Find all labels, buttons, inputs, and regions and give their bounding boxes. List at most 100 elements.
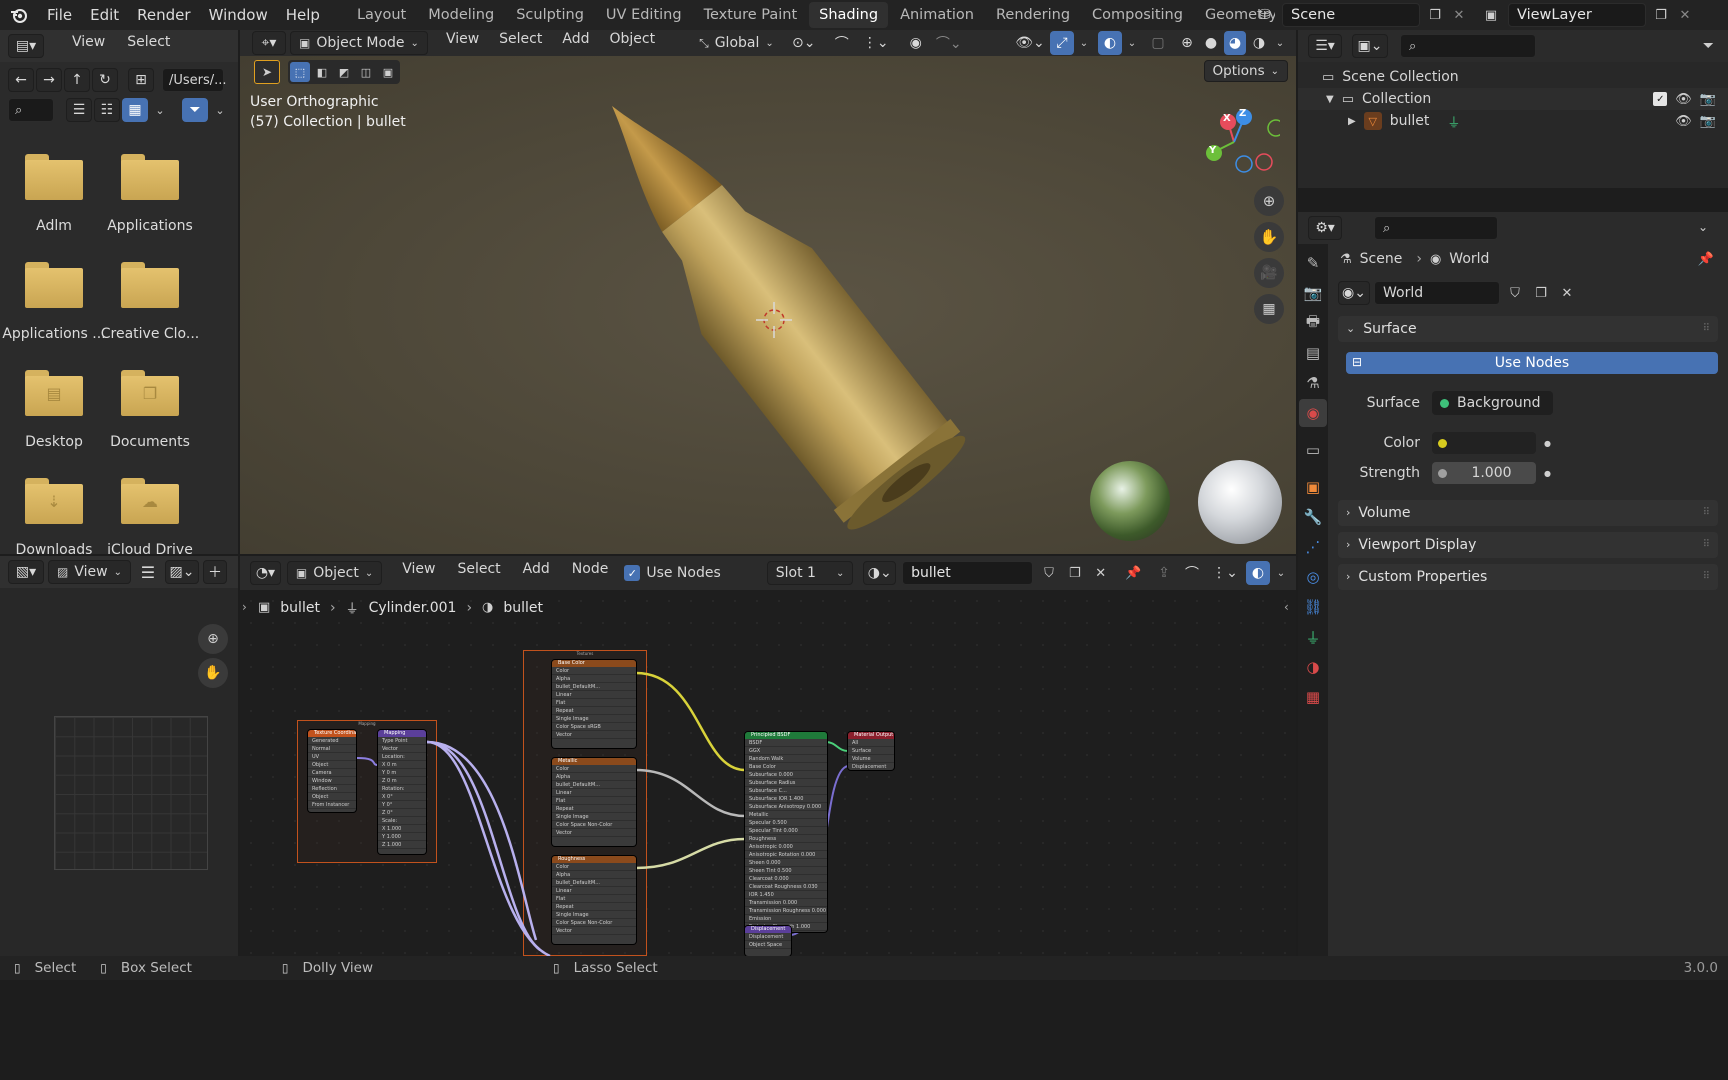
editor-type-icon[interactable]: ▤▾ (8, 34, 44, 58)
folder-item[interactable]: Applications ... (2, 262, 106, 362)
outliner-item-bullet[interactable]: ▶ ▽ bullet ⏚ 👁 📷 (1298, 110, 1728, 132)
forward-icon[interactable]: → (36, 68, 62, 92)
delete-view-layer-icon[interactable]: ✕ (1676, 8, 1694, 23)
slot-selector[interactable]: Slot 1 ⌄ (766, 561, 854, 585)
material-preview-icon[interactable]: ◕ (1224, 31, 1246, 55)
blender-logo-icon[interactable] (0, 0, 38, 30)
fb-select-menu[interactable]: Select (119, 34, 178, 58)
node-editor-type-icon[interactable]: ◔▾ (250, 561, 281, 585)
gizmo-toggle-icon[interactable]: ⤢ (1050, 31, 1074, 55)
refresh-icon[interactable]: ↻ (92, 68, 118, 92)
duplicate-world-icon[interactable]: ❐ (1530, 286, 1552, 301)
browse-image-icon[interactable]: ▨⌄ (164, 560, 199, 584)
collection-tab-icon[interactable]: ▭ (1299, 436, 1327, 464)
fb-search-input[interactable]: ⌕ (8, 98, 54, 122)
drag-handle-icon[interactable]: ⠿ (1703, 532, 1710, 558)
outliner-search-input[interactable]: ⌕ (1400, 34, 1536, 58)
falloff-icon[interactable]: ⌒⌄ (932, 31, 966, 55)
camera-icon[interactable]: 📷 (1700, 114, 1716, 129)
scene-tab-icon[interactable]: ⚗ (1299, 369, 1327, 397)
view-layer-selector[interactable]: ViewLayer (1508, 3, 1646, 27)
image-texture-node-roughness[interactable]: Roughness Color Alpha bullet_DefaultM... Lin… (552, 856, 636, 944)
folder-item[interactable]: ⇣ Downloads (2, 478, 106, 554)
view-layer-icon[interactable]: ▣ (1478, 8, 1504, 23)
camera-view-icon[interactable]: 🎥 (1254, 258, 1284, 288)
viewport-display-section-header[interactable]: › Viewport Display ⠿ (1338, 532, 1718, 558)
node-overlays-dropdown-icon[interactable]: ⌄ (1274, 568, 1288, 579)
scene-selector[interactable]: Scene (1282, 3, 1420, 27)
snap-target-icon[interactable]: ⋮⌄ (858, 31, 894, 55)
viewport-object-menu[interactable]: Object (601, 31, 663, 55)
world-tab-icon[interactable]: ◉ (1299, 399, 1327, 427)
duplicate-material-icon[interactable]: ❐ (1065, 566, 1085, 581)
node-node-menu[interactable]: Node (564, 561, 617, 585)
properties-editor-type-icon[interactable]: ⚙▾ (1308, 216, 1342, 240)
texture-coordinate-node[interactable]: Texture CoordinateGeneratedNormalUVObjec… (308, 730, 356, 812)
drag-handle-icon[interactable]: ⠿ (1703, 500, 1710, 526)
texture-tab-icon[interactable]: ▦ (1299, 683, 1327, 711)
tab-compositing[interactable]: Compositing (1082, 2, 1193, 28)
surface-section-header[interactable]: ⌄ Surface ⠿ (1338, 316, 1718, 342)
image-texture-node-base-color[interactable]: Base Color Color Alpha bullet_DefaultM... Li… (552, 660, 636, 748)
scene-icon[interactable]: ⛁ (1252, 7, 1278, 23)
path-field[interactable]: /Users/... (162, 68, 227, 92)
unlink-world-icon[interactable]: ✕ (1556, 286, 1578, 301)
ortho-grid-icon[interactable]: ▦ (1254, 294, 1284, 324)
drag-handle-icon[interactable]: ⠿ (1703, 316, 1710, 342)
tab-sculpting[interactable]: Sculpting (506, 2, 594, 28)
xray-icon[interactable]: ▢ (1146, 31, 1170, 55)
gizmo-dropdown-icon[interactable]: ⌄ (1076, 38, 1092, 49)
volume-section-header[interactable]: › Volume ⠿ (1338, 500, 1718, 526)
tab-shading[interactable]: Shading (809, 2, 889, 28)
zoom-icon[interactable]: ⊕ (198, 624, 228, 654)
display-dropdown-icon[interactable]: ⌄ (150, 104, 170, 117)
browse-material-icon[interactable]: ◑⌄ (863, 561, 897, 585)
camera-icon[interactable]: 📷 (1700, 92, 1716, 107)
node-sidebar-toggle-icon[interactable]: ‹ (1284, 600, 1289, 614)
tab-layout[interactable]: Layout (347, 2, 416, 28)
back-icon[interactable]: ← (8, 68, 34, 92)
vertical-list-icon[interactable]: ☰ (66, 98, 92, 122)
shader-type-selector[interactable]: ▣ Object ⌄ (286, 561, 383, 585)
folder-item[interactable]: ▤ Desktop (2, 370, 106, 470)
node-overlays-icon[interactable]: ◐ (1246, 561, 1270, 585)
object-tab-icon[interactable]: ▣ (1299, 473, 1327, 501)
zoom-icon[interactable]: ⊕ (1254, 186, 1284, 216)
tool-tab-icon[interactable]: ✎ (1299, 249, 1327, 277)
outliner-editor-type-icon[interactable]: ☰▾ (1308, 34, 1342, 58)
rendered-shading-icon[interactable]: ◑ (1248, 31, 1270, 55)
viewport-view-menu[interactable]: View (438, 31, 487, 55)
overlays-dropdown-icon[interactable]: ⌄ (1124, 38, 1140, 49)
hamburger-menu-icon[interactable]: ☰ (135, 560, 161, 584)
parent-dir-icon[interactable]: ↑ (64, 68, 90, 92)
keyframe-dot-icon[interactable]: ● (1544, 469, 1551, 478)
render-tab-icon[interactable]: 📷 (1299, 279, 1327, 307)
mode-selector[interactable]: ▣ Object Mode ⌄ (290, 31, 428, 55)
properties-options-icon[interactable]: ⌄ (1698, 220, 1708, 234)
viewport-editor-type-icon[interactable]: ⌖▾ (252, 31, 286, 55)
node-add-menu[interactable]: Add (515, 561, 558, 585)
outliner-filter-icon[interactable]: ⏷ (1703, 38, 1714, 54)
new-folder-icon[interactable]: ⊞ (128, 68, 154, 92)
node-snap-target-icon[interactable]: ⋮⌄ (1208, 561, 1242, 585)
node-editor-canvas[interactable]: ▣ bullet › ⏚ Cylinder.001 › ◑ bullet Map… (240, 590, 1296, 956)
solid-shading-icon[interactable]: ● (1200, 31, 1222, 55)
shading-dropdown-icon[interactable]: ⌄ (1272, 38, 1288, 49)
folder-item[interactable]: Creative Clo... (98, 262, 202, 362)
new-image-icon[interactable]: ＋ (202, 560, 227, 584)
node-snap-icon[interactable]: ⌒ (1180, 561, 1204, 585)
visibility-icon[interactable]: 👁⌄ (1012, 31, 1048, 55)
strength-field[interactable]: 1.000 (1432, 462, 1536, 484)
constraints-tab-icon[interactable]: ⛓ (1299, 593, 1327, 621)
drag-handle-icon[interactable]: ⠿ (1703, 564, 1710, 590)
transform-orientation[interactable]: ⤡ Global ⌄ (691, 31, 782, 55)
new-scene-icon[interactable]: ❐ (1424, 8, 1446, 23)
properties-search-input[interactable]: ⌕ (1374, 216, 1498, 240)
3d-viewport[interactable]: ➤ ⬚ ◧ ◩ ◫ ▣ Options ⌄ User Orthographic (… (240, 56, 1296, 554)
pin-icon[interactable]: 📌 (1698, 252, 1714, 267)
material-tab-icon[interactable]: ◑ (1299, 653, 1327, 681)
tab-texture-paint[interactable]: Texture Paint (694, 2, 808, 28)
wireframe-shading-icon[interactable]: ⊕ (1176, 31, 1198, 55)
modifier-tab-icon[interactable]: 🔧 (1299, 503, 1327, 531)
pivot-icon[interactable]: ⊙⌄ (786, 31, 822, 55)
